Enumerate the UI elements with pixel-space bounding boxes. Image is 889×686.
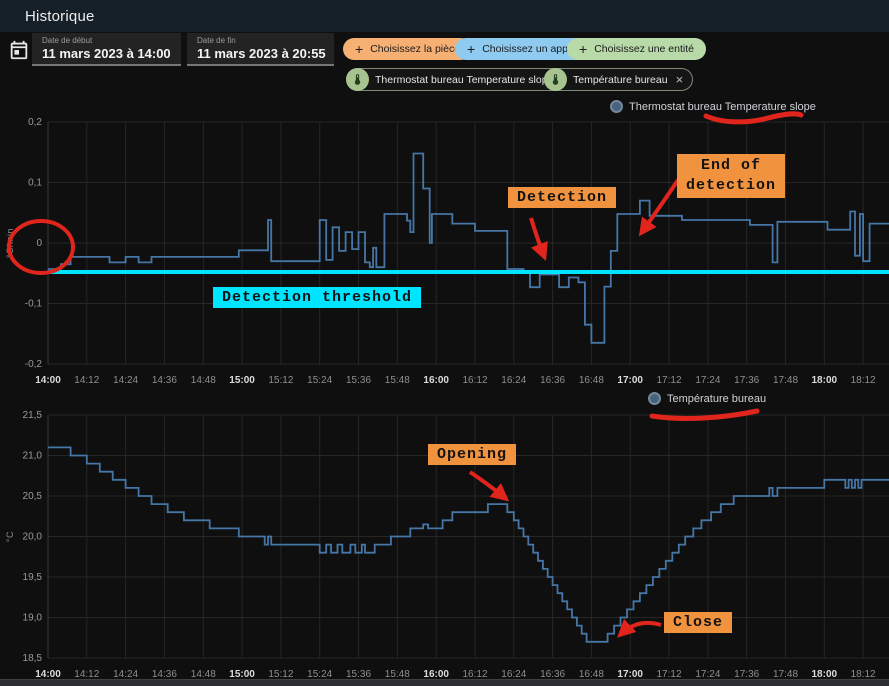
end-date-label: Date de fin xyxy=(197,36,334,45)
svg-text:17:48: 17:48 xyxy=(773,669,798,680)
svg-text:20,5: 20,5 xyxy=(23,491,43,502)
choose-room-chip[interactable]: + Choisissez la pièce xyxy=(343,38,472,60)
choose-entity-chip[interactable]: + Choisissez une entité xyxy=(567,38,706,60)
svg-text:18:00: 18:00 xyxy=(812,375,838,386)
thermometer-icon xyxy=(544,68,567,91)
svg-text:18:00: 18:00 xyxy=(812,669,838,680)
svg-text:-0,1: -0,1 xyxy=(25,299,43,310)
svg-text:15:00: 15:00 xyxy=(229,669,255,680)
close-icon[interactable]: × xyxy=(676,73,684,86)
svg-text:14:36: 14:36 xyxy=(152,375,177,386)
svg-text:14:12: 14:12 xyxy=(74,669,99,680)
svg-text:21,0: 21,0 xyxy=(23,451,43,462)
svg-text:16:00: 16:00 xyxy=(423,669,449,680)
svg-text:°C/min: °C/min xyxy=(5,228,15,258)
svg-text:21,5: 21,5 xyxy=(23,410,43,421)
plus-icon: + xyxy=(355,42,363,56)
app-header: Historique xyxy=(0,0,889,32)
svg-text:0: 0 xyxy=(36,238,42,249)
svg-text:0,1: 0,1 xyxy=(28,178,42,189)
end-date-value: 11 mars 2023 à 20:55 xyxy=(197,46,334,61)
svg-text:17:36: 17:36 xyxy=(734,375,759,386)
svg-text:15:48: 15:48 xyxy=(385,669,410,680)
legend-marker-icon xyxy=(648,392,661,405)
svg-text:17:12: 17:12 xyxy=(656,375,681,386)
svg-text:17:48: 17:48 xyxy=(773,375,798,386)
entity-chip-slope-label: Thermostat bureau Temperature slope xyxy=(375,74,553,86)
calendar-icon[interactable] xyxy=(8,39,30,61)
svg-text:-0,2: -0,2 xyxy=(25,359,43,370)
plus-icon: + xyxy=(579,42,587,56)
svg-text:15:24: 15:24 xyxy=(307,375,332,386)
opening-annotation-label: Opening xyxy=(428,444,516,465)
svg-text:15:48: 15:48 xyxy=(385,375,410,386)
svg-text:14:48: 14:48 xyxy=(191,375,216,386)
svg-text:14:12: 14:12 xyxy=(74,375,99,386)
legend-marker-icon xyxy=(610,100,623,113)
close-annotation-label: Close xyxy=(664,612,732,633)
app-root: Historique Date de début 11 mars 2023 à … xyxy=(0,0,889,686)
svg-text:16:36: 16:36 xyxy=(540,375,565,386)
svg-text:16:48: 16:48 xyxy=(579,669,604,680)
svg-text:14:36: 14:36 xyxy=(152,669,177,680)
svg-text:°C: °C xyxy=(5,531,15,542)
entity-chip-temperature[interactable]: Température bureau × xyxy=(544,68,693,91)
svg-text:16:48: 16:48 xyxy=(579,375,604,386)
svg-text:14:00: 14:00 xyxy=(35,669,61,680)
legend-slope-label: Thermostat bureau Temperature slope xyxy=(629,101,816,113)
calendar-icon-glyph xyxy=(8,39,30,61)
svg-text:17:12: 17:12 xyxy=(656,669,681,680)
svg-text:14:48: 14:48 xyxy=(191,669,216,680)
page-title: Historique xyxy=(25,8,95,25)
svg-text:17:36: 17:36 xyxy=(734,669,759,680)
svg-text:18,5: 18,5 xyxy=(23,653,43,664)
svg-text:16:00: 16:00 xyxy=(423,375,449,386)
svg-text:16:24: 16:24 xyxy=(501,375,526,386)
svg-text:19,5: 19,5 xyxy=(23,572,43,583)
entity-chip-temperature-label: Température bureau xyxy=(573,74,668,86)
legend-temperature-label: Température bureau xyxy=(667,393,766,405)
svg-text:14:24: 14:24 xyxy=(113,669,138,680)
svg-text:15:12: 15:12 xyxy=(268,669,293,680)
thermometer-icon xyxy=(346,68,369,91)
svg-text:17:24: 17:24 xyxy=(695,375,720,386)
svg-text:20,0: 20,0 xyxy=(23,532,43,543)
detection-annotation-label: Detection xyxy=(508,187,616,208)
svg-text:15:24: 15:24 xyxy=(307,669,332,680)
end-detection-annotation-label: End of detection xyxy=(677,154,785,198)
svg-text:17:00: 17:00 xyxy=(617,375,643,386)
choose-entity-label: Choisissez une entité xyxy=(594,43,694,55)
legend-temperature[interactable]: Température bureau xyxy=(648,392,766,405)
end-date-field[interactable]: Date de fin 11 mars 2023 à 20:55 xyxy=(187,33,334,66)
svg-text:15:36: 15:36 xyxy=(346,375,371,386)
svg-text:17:00: 17:00 xyxy=(617,669,643,680)
svg-text:18:12: 18:12 xyxy=(851,375,876,386)
svg-text:0,2: 0,2 xyxy=(28,117,42,128)
svg-text:16:36: 16:36 xyxy=(540,669,565,680)
svg-text:18:12: 18:12 xyxy=(851,669,876,680)
svg-text:17:24: 17:24 xyxy=(695,669,720,680)
start-date-value: 11 mars 2023 à 14:00 xyxy=(42,46,181,61)
svg-text:14:24: 14:24 xyxy=(113,375,138,386)
svg-text:15:36: 15:36 xyxy=(346,669,371,680)
legend-slope[interactable]: Thermostat bureau Temperature slope xyxy=(610,100,816,113)
svg-text:16:12: 16:12 xyxy=(462,375,487,386)
svg-text:14:00: 14:00 xyxy=(35,375,61,386)
svg-text:16:24: 16:24 xyxy=(501,669,526,680)
temperature-chart[interactable]: 14:00 14:12 14:24 14:36 14:48 15:00 15:12 15:24… xyxy=(0,392,889,686)
plus-icon: + xyxy=(467,42,475,56)
svg-text:19,0: 19,0 xyxy=(23,613,43,624)
slope-chart[interactable]: 14:00 14:12 14:24 14:36 14:48 15:00 15:12 15:24… xyxy=(0,100,889,392)
svg-text:15:12: 15:12 xyxy=(268,375,293,386)
svg-text:15:00: 15:00 xyxy=(229,375,255,386)
svg-text:16:12: 16:12 xyxy=(462,669,487,680)
threshold-annotation-label: Detection threshold xyxy=(213,287,421,308)
choose-room-label: Choisissez la pièce xyxy=(370,43,460,55)
start-date-label: Date de début xyxy=(42,36,181,45)
start-date-field[interactable]: Date de début 11 mars 2023 à 14:00 xyxy=(32,33,181,66)
